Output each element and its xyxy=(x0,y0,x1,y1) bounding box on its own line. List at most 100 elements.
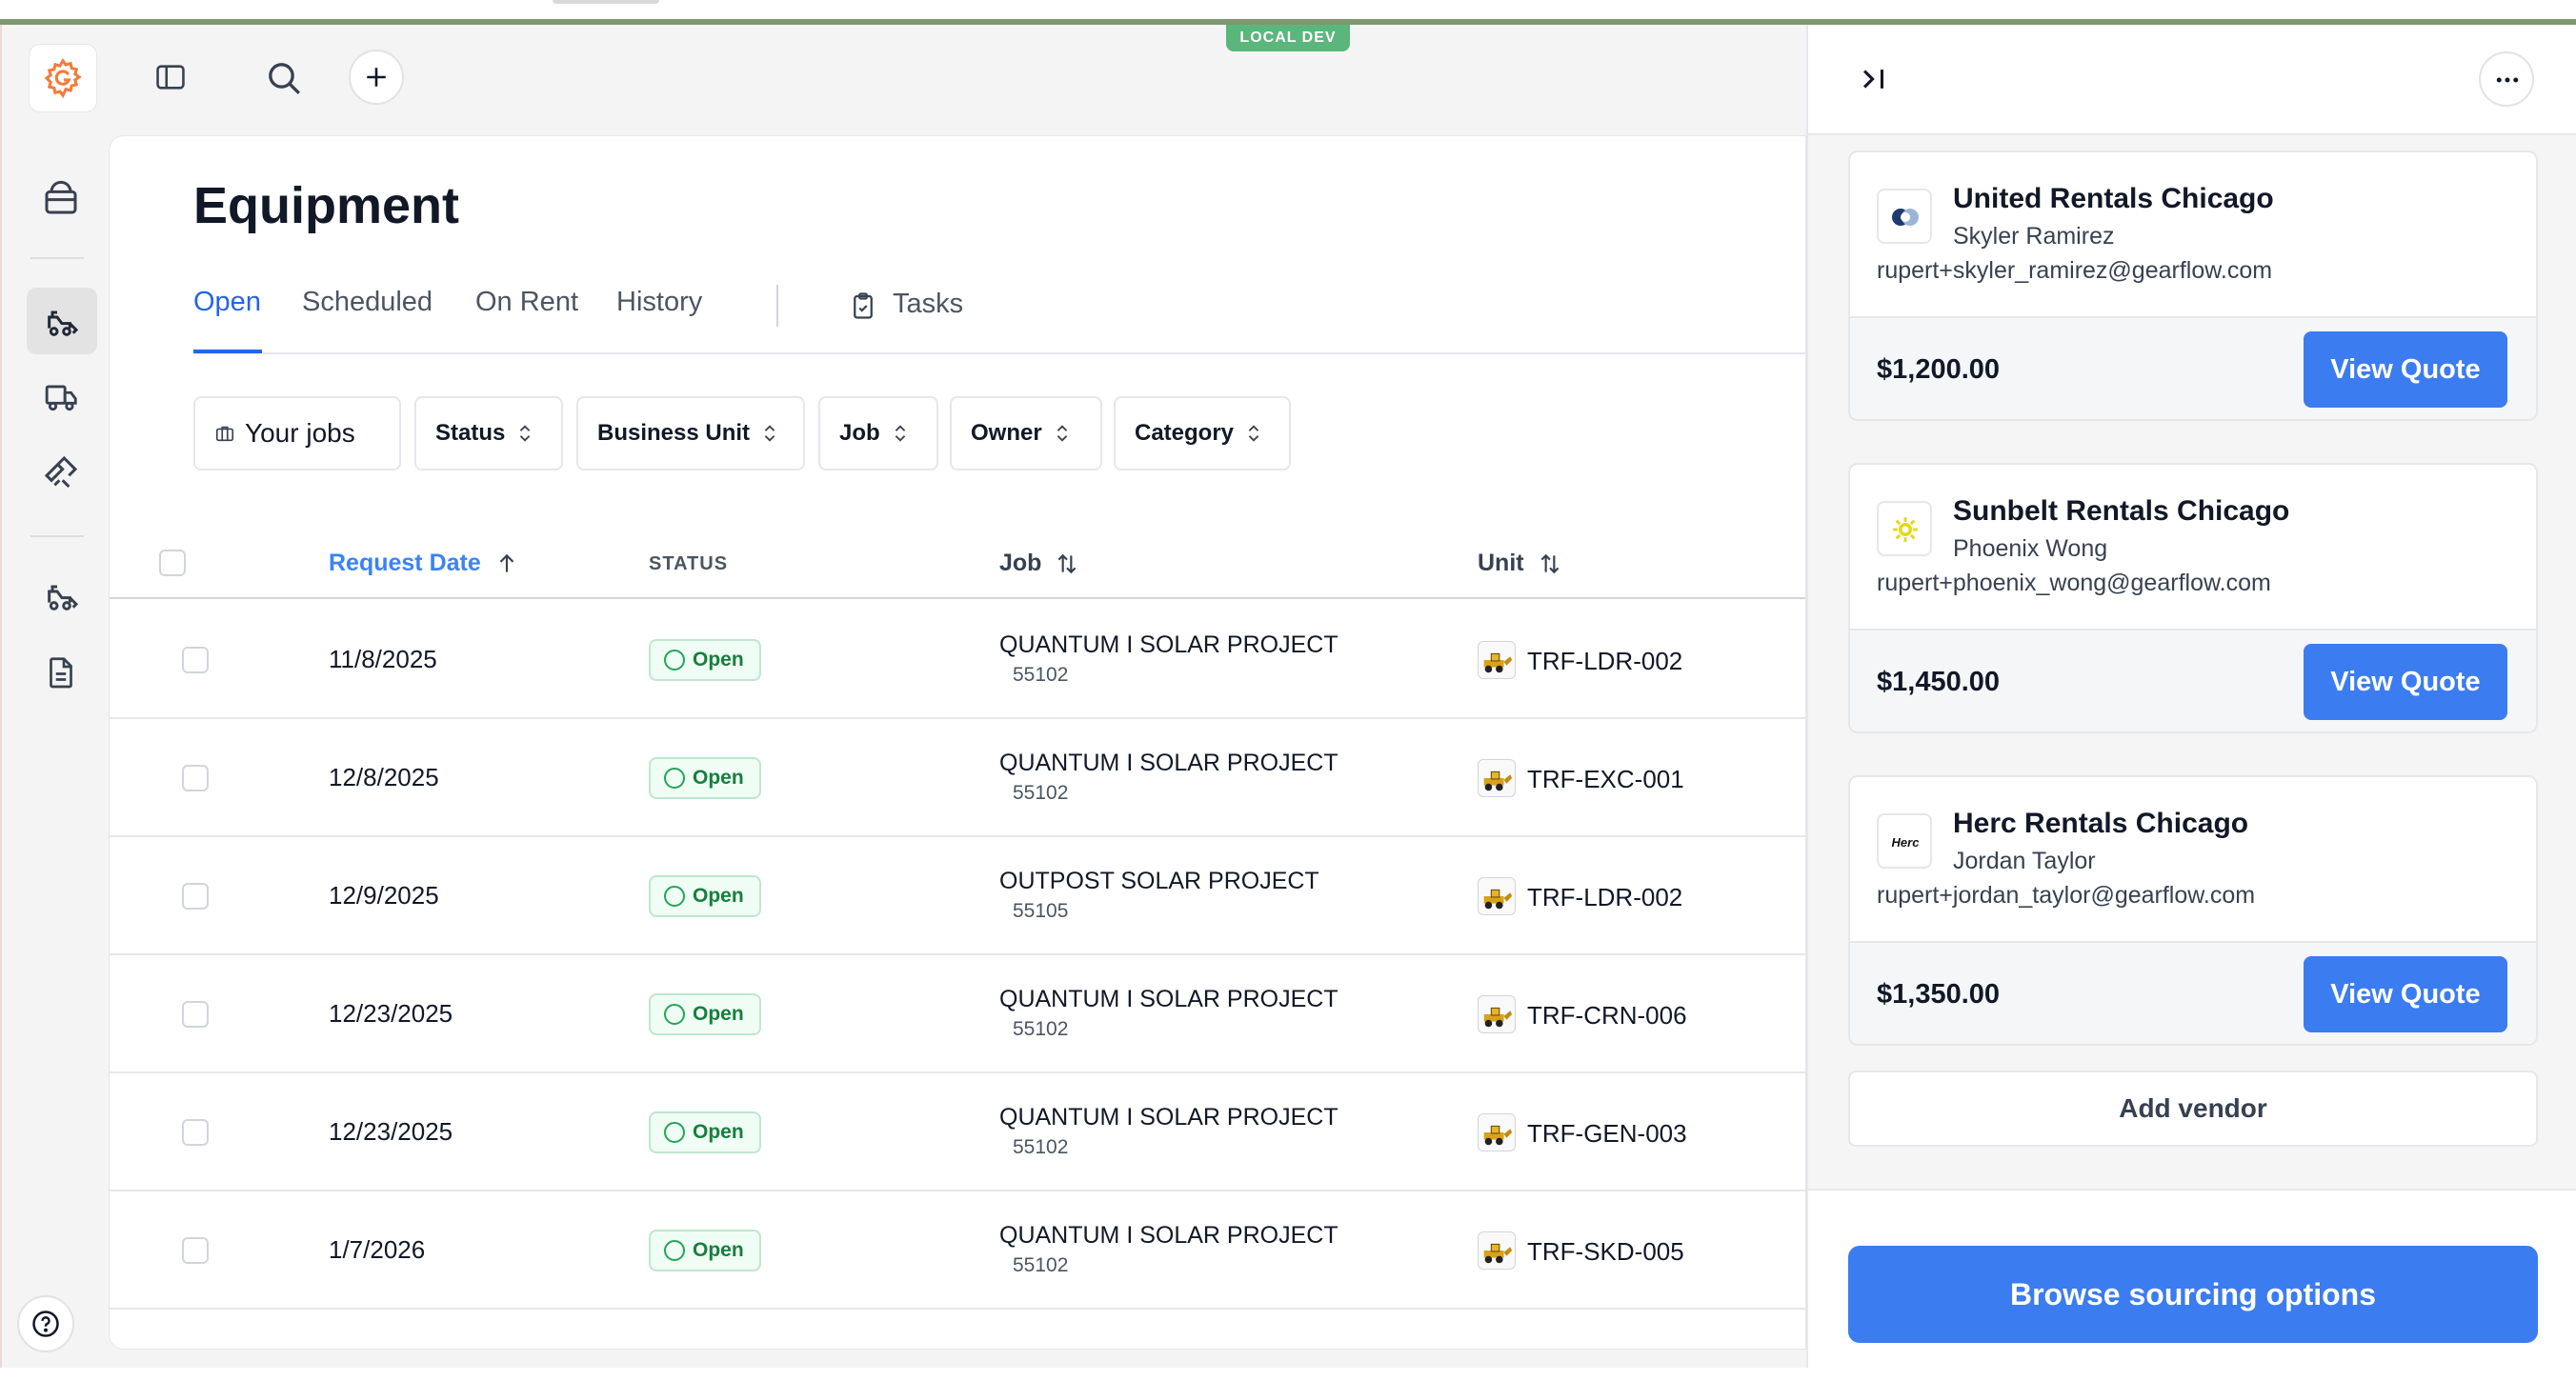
search-icon[interactable] xyxy=(265,59,303,97)
status-label: Open xyxy=(693,1121,744,1143)
table-header: Request Date STATUS Job Unit xyxy=(110,536,1805,599)
inventory-icon[interactable] xyxy=(42,179,80,217)
view-quote-button[interactable]: View Quote xyxy=(2304,644,2507,720)
status-badge: Open xyxy=(649,757,761,799)
table-row[interactable]: 1/7/2026 Open QUANTUM I SOLAR PROJECT 55102… xyxy=(110,1191,1805,1310)
vendor-name: Herc Rentals Chicago xyxy=(1953,808,2249,839)
unit-id: TRF-LDR-002 xyxy=(1527,647,1683,675)
sidebar-toggle-icon[interactable] xyxy=(152,61,189,93)
loader-thumbnail-icon xyxy=(1483,1243,1513,1264)
table-row[interactable]: 11/8/2025 Open QUANTUM I SOLAR PROJECT 5510… xyxy=(110,601,1805,719)
filter-owner[interactable]: Owner xyxy=(950,396,1102,470)
status-badge: Open xyxy=(649,1111,761,1153)
job-name: QUANTUM I SOLAR PROJECT xyxy=(999,750,1338,776)
vendor-card: Herc Herc Rentals Chicago Jordan Taylor … xyxy=(1848,775,2538,1046)
sort-icon xyxy=(1057,425,1067,442)
tab-on-rent[interactable]: On Rent xyxy=(475,287,578,318)
vendor-contact: Jordan Taylor xyxy=(1953,848,2096,874)
column-status: STATUS xyxy=(649,553,729,574)
panel-header xyxy=(1808,25,2576,135)
job-name: QUANTUM I SOLAR PROJECT xyxy=(999,986,1338,1012)
vendor-quote-footer: $1,350.00 View Quote xyxy=(1850,941,2536,1044)
unit-id: TRF-EXC-001 xyxy=(1527,765,1684,793)
filter-status[interactable]: Status xyxy=(414,396,563,470)
column-job[interactable]: Job xyxy=(999,550,1079,577)
more-options-button[interactable] xyxy=(2479,51,2534,107)
sort-icon xyxy=(1248,425,1259,442)
sort-icon xyxy=(764,425,775,442)
tab-history[interactable]: History xyxy=(616,287,702,318)
tab-open[interactable]: Open xyxy=(193,287,261,318)
sort-icon xyxy=(1540,553,1560,573)
filter-job[interactable]: Job xyxy=(818,396,938,470)
unit-thumbnail xyxy=(1478,995,1516,1033)
sort-icon xyxy=(895,425,905,442)
status-label: Open xyxy=(693,649,744,670)
tab-scheduled[interactable]: Scheduled xyxy=(302,287,433,318)
unit-id: TRF-CRN-006 xyxy=(1527,1001,1687,1030)
status-dot-icon xyxy=(664,768,685,789)
request-date: 1/7/2026 xyxy=(329,1235,426,1264)
view-quote-button[interactable]: View Quote xyxy=(2304,331,2507,408)
column-unit[interactable]: Unit xyxy=(1478,550,1562,577)
window-handle xyxy=(553,0,659,4)
unit-thumbnail xyxy=(1478,1231,1516,1270)
tools-icon[interactable] xyxy=(40,453,82,491)
unit-thumbnail xyxy=(1478,877,1516,915)
collapse-panel-icon[interactable] xyxy=(1858,63,1890,95)
vendor-email: rupert+phoenix_wong@gearflow.com xyxy=(1877,570,2271,596)
filter-business-unit[interactable]: Business Unit xyxy=(576,396,805,470)
filter-your-jobs[interactable]: Your jobs xyxy=(193,396,401,470)
vendor-logo xyxy=(1877,189,1932,244)
table-row[interactable]: 12/23/2025 Open QUANTUM I SOLAR PROJECT 551… xyxy=(110,955,1805,1073)
page-title: Equipment xyxy=(193,177,459,234)
request-date: 12/23/2025 xyxy=(329,1117,453,1146)
document-icon[interactable] xyxy=(44,653,78,691)
view-quote-button[interactable]: View Quote xyxy=(2304,956,2507,1032)
row-checkbox[interactable] xyxy=(182,765,209,791)
help-icon xyxy=(31,1310,60,1338)
column-request-date[interactable]: Request Date xyxy=(329,550,519,577)
table-row[interactable]: 12/23/2025 Open QUANTUM I SOLAR PROJECT 551… xyxy=(110,1073,1805,1191)
tab-tasks[interactable]: Tasks xyxy=(893,289,963,320)
vendor-contact: Phoenix Wong xyxy=(1953,535,2108,562)
row-checkbox[interactable] xyxy=(182,1001,209,1028)
request-date: 12/9/2025 xyxy=(329,881,439,910)
help-button[interactable] xyxy=(17,1295,74,1352)
job-number: 55102 xyxy=(1013,1018,1069,1040)
filter-label: Business Unit xyxy=(597,420,751,446)
vendor-panel: United Rentals Chicago Skyler Ramirez ru… xyxy=(1806,25,2576,1368)
status-dot-icon xyxy=(664,650,685,670)
status-label: Open xyxy=(693,885,744,907)
truck-icon[interactable] xyxy=(42,379,82,415)
status-dot-icon xyxy=(664,1004,685,1025)
row-checkbox[interactable] xyxy=(182,1119,209,1146)
vendor-name: Sunbelt Rentals Chicago xyxy=(1953,495,2290,527)
browse-sourcing-button[interactable]: Browse sourcing options xyxy=(1848,1246,2538,1343)
row-checkbox[interactable] xyxy=(182,1237,209,1264)
create-button[interactable] xyxy=(349,50,404,105)
table-row[interactable]: 12/9/2025 Open OUTPOST SOLAR PROJECT 55105 T… xyxy=(110,837,1805,955)
column-label: Unit xyxy=(1478,550,1524,576)
vendor-quote-footer: $1,200.00 View Quote xyxy=(1850,316,2536,419)
job-number: 55102 xyxy=(1013,664,1069,686)
table-row[interactable]: 12/8/2025 Open QUANTUM I SOLAR PROJECT 5510… xyxy=(110,719,1805,837)
frame-bottom xyxy=(0,1368,2576,1381)
filter-category[interactable]: Category xyxy=(1114,396,1291,470)
job-number: 55102 xyxy=(1013,1254,1069,1276)
loader-thumbnail-icon xyxy=(1483,889,1513,910)
row-checkbox[interactable] xyxy=(182,883,209,910)
unit-thumbnail xyxy=(1478,641,1516,679)
column-label: Job xyxy=(999,550,1042,576)
panel-footer: Browse sourcing options xyxy=(1808,1189,2576,1368)
united-rentals-logo-icon xyxy=(1890,206,1921,229)
select-all-checkbox[interactable] xyxy=(159,550,186,576)
job-number: 55102 xyxy=(1013,1136,1069,1158)
equipment-icon[interactable] xyxy=(42,577,82,615)
loader-icon[interactable] xyxy=(42,303,82,341)
row-checkbox[interactable] xyxy=(182,647,209,673)
add-vendor-button[interactable]: Add vendor xyxy=(1848,1071,2538,1147)
gearflow-logo[interactable] xyxy=(29,44,97,112)
sort-icon xyxy=(1058,553,1077,573)
status-label: Open xyxy=(693,1003,744,1025)
